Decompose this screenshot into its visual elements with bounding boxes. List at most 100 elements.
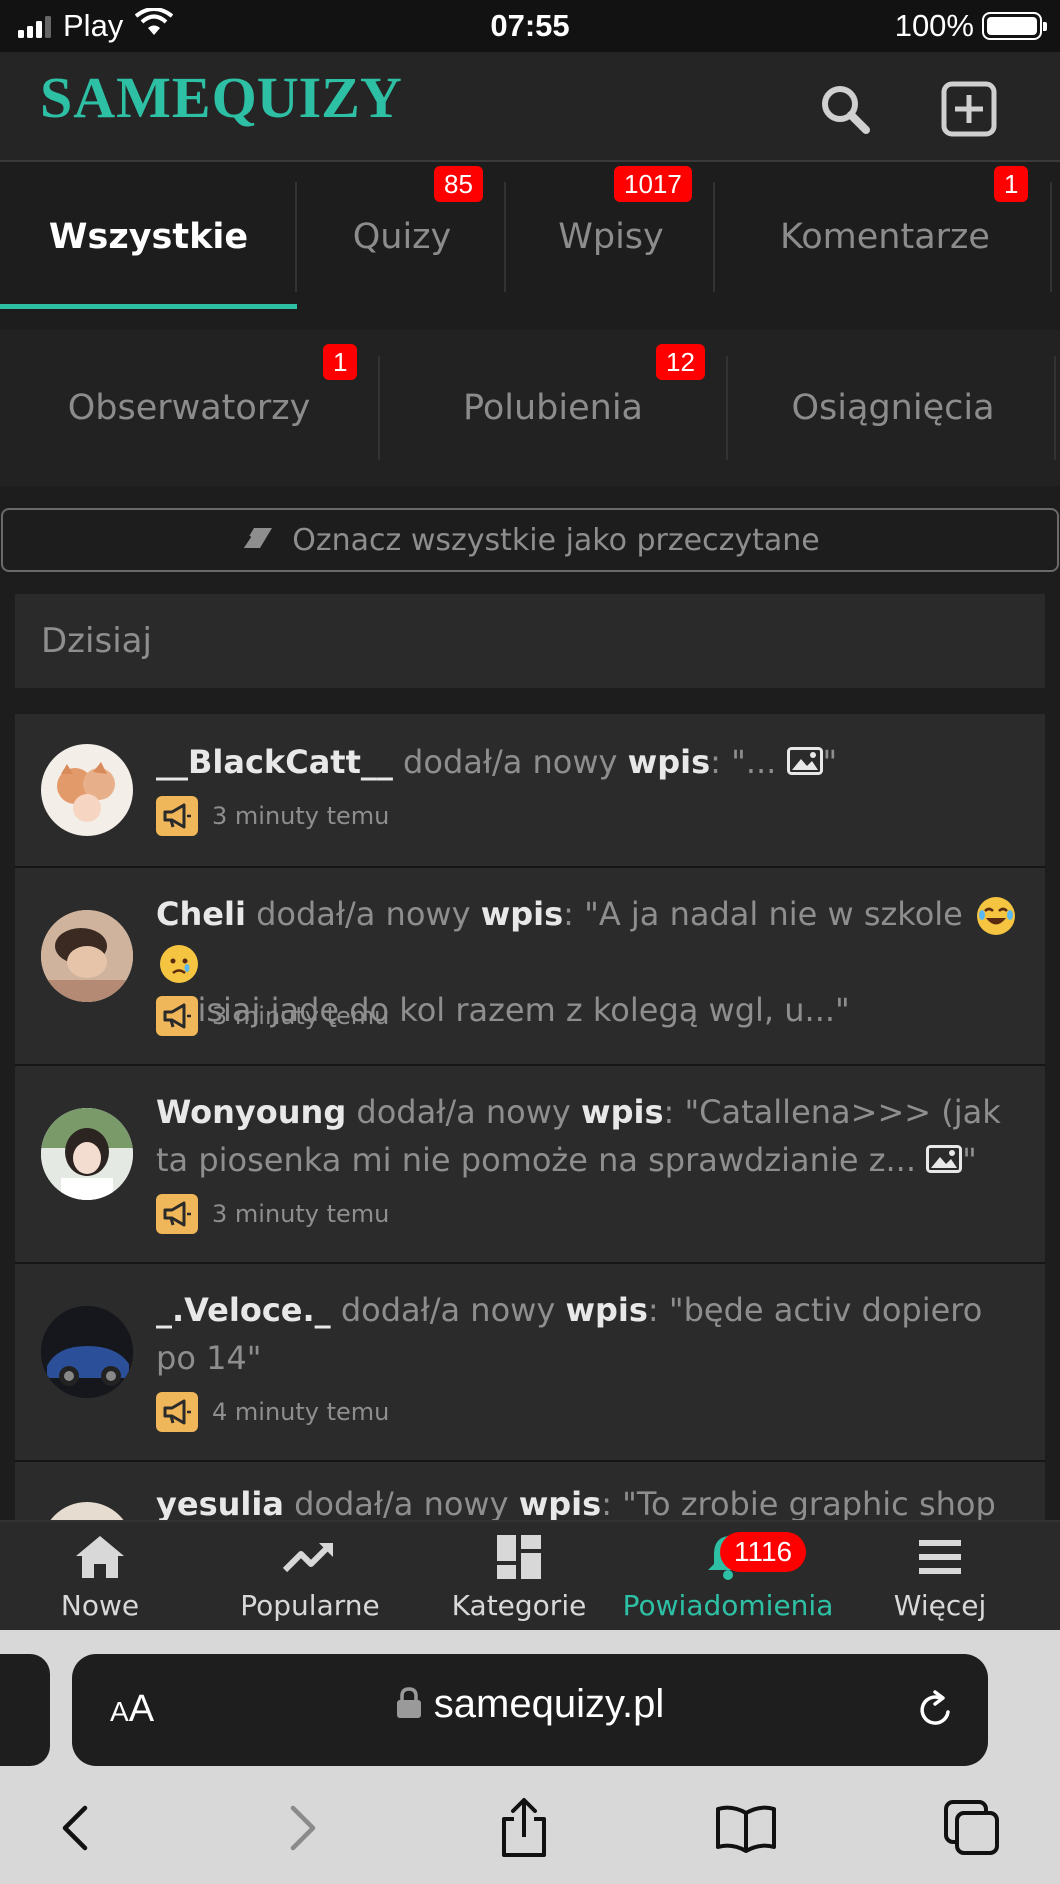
reload-button[interactable] <box>916 1690 956 1734</box>
quizzes-badge: 85 <box>434 166 483 202</box>
chevron-right-icon <box>289 1804 319 1856</box>
chevron-left-icon <box>59 1804 89 1856</box>
tab-label: Komentarze <box>780 217 990 257</box>
post-type-label: wpis <box>581 1093 664 1131</box>
notification-meta: 3 minuty temu <box>156 996 389 1036</box>
notification-item[interactable]: _.Veloce._ dodał/a nowy wpis: "będe acti… <box>15 1264 1045 1462</box>
notification-text: __BlackCatt__ dodał/a nowy wpis: "... " <box>156 738 1025 788</box>
notification-text: yesulia dodał/a nowy wpis: "To zrobie gr… <box>156 1480 1025 1520</box>
likes-badge: 12 <box>656 344 705 380</box>
notification-action: dodał/a nowy <box>283 1485 519 1520</box>
avatar[interactable] <box>41 910 133 1002</box>
username-link[interactable]: Cheli <box>156 895 246 933</box>
bottom-navigation: Nowe Popularne Kategorie Powiadomienia 1… <box>0 1520 1060 1630</box>
username-link[interactable]: Wonyoung <box>156 1093 346 1131</box>
timestamp: 3 minuty temu <box>212 802 390 830</box>
tab-label: Obserwatorzy <box>67 388 311 428</box>
bookmarks-button[interactable] <box>716 1800 776 1860</box>
megaphone-icon <box>156 1392 198 1432</box>
notification-item[interactable]: Cheli dodał/a nowy wpis: "A ja nadal nie… <box>15 868 1045 1066</box>
nav-new[interactable]: Nowe <box>0 1522 200 1632</box>
logo[interactable]: SAMEQUIZY <box>40 64 402 131</box>
tabs-icon <box>943 1799 1001 1861</box>
menu-icon <box>919 1533 961 1581</box>
username-link[interactable]: yesulia <box>156 1485 284 1520</box>
notification-text: _.Veloce._ dodał/a nowy wpis: "będe acti… <box>156 1286 1025 1382</box>
tab-label: Polubienia <box>462 388 643 428</box>
tab-label: Quizy <box>352 217 452 257</box>
megaphone-icon <box>156 1194 198 1234</box>
reload-icon <box>916 1690 956 1734</box>
status-bar: Play 07:55 100% <box>0 0 1060 52</box>
nav-more[interactable]: Więcej <box>840 1522 1040 1632</box>
nav-popular[interactable]: Popularne <box>210 1522 410 1632</box>
browser-chrome: AA samequizy.pl <box>0 1630 1060 1884</box>
tab-achievements[interactable]: Osiągnięcia <box>728 330 1058 486</box>
filter-tabs-primary: Wszystkie Quizy 85 Wpisy 1017 Komentarze… <box>0 164 1060 310</box>
back-button[interactable] <box>44 1800 104 1860</box>
notification-item[interactable]: __BlackCatt__ dodał/a nowy wpis: "... " … <box>15 714 1045 868</box>
trending-icon <box>283 1533 337 1581</box>
post-preview: : "To zrobie graphic shop <box>601 1485 996 1520</box>
avatar[interactable] <box>41 1108 133 1200</box>
tab-followers[interactable]: Obserwatorzy <box>0 330 378 486</box>
address-bar[interactable]: AA samequizy.pl <box>72 1654 988 1766</box>
nav-label: Popularne <box>240 1589 380 1622</box>
post-preview-end: " <box>962 1141 977 1179</box>
tabs-button[interactable] <box>942 1800 1002 1860</box>
notification-meta: 3 minuty temu <box>156 1194 389 1234</box>
notification-action: dodał/a nowy <box>330 1291 566 1329</box>
notification-item[interactable]: yesulia dodał/a nowy wpis: "To zrobie gr… <box>15 1462 1045 1520</box>
post-type-label: wpis <box>565 1291 648 1329</box>
image-icon <box>926 1138 963 1186</box>
tab-all[interactable]: Wszystkie <box>0 164 297 310</box>
share-button[interactable] <box>494 1797 554 1863</box>
url-text: samequizy.pl <box>433 1682 665 1726</box>
lock-icon <box>396 1682 434 1726</box>
post-preview: : "... <box>710 743 787 781</box>
notification-list: __BlackCatt__ dodał/a nowy wpis: "... " … <box>15 714 1045 1520</box>
nav-label: Kategorie <box>451 1589 587 1622</box>
add-button[interactable] <box>940 81 998 141</box>
search-button[interactable] <box>816 82 874 140</box>
notifications-badge: 1116 <box>720 1532 807 1572</box>
mark-all-read-label: Oznacz wszystkie jako przeczytane <box>292 522 820 558</box>
forward-button[interactable] <box>274 1800 334 1860</box>
battery-percent: 100% <box>894 8 974 43</box>
tab-label: Wpisy <box>558 217 664 257</box>
post-type-label: wpis <box>627 743 711 781</box>
tab-label: Osiągnięcia <box>791 388 995 428</box>
home-icon <box>74 1533 126 1581</box>
notification-action: dodał/a nowy <box>245 895 481 933</box>
followers-badge: 1 <box>323 344 358 380</box>
post-preview: : "A ja nadal nie w szkole <box>563 895 974 933</box>
notification-meta: 4 minuty temu <box>156 1392 389 1432</box>
username-link[interactable]: __BlackCatt__ <box>156 743 393 781</box>
notification-item[interactable]: Wonyoung dodał/a nowy wpis: "Catallena>>… <box>15 1066 1045 1264</box>
app-header: SAMEQUIZY <box>0 52 1060 162</box>
share-icon <box>498 1797 550 1863</box>
battery-icon <box>982 12 1047 40</box>
image-icon <box>786 740 823 788</box>
nav-categories[interactable]: Kategorie <box>419 1522 619 1632</box>
eraser-icon <box>240 523 274 558</box>
url-display[interactable]: samequizy.pl <box>72 1682 988 1727</box>
avatar[interactable] <box>41 1502 133 1520</box>
post-preview-end: " <box>822 743 838 781</box>
megaphone-icon <box>156 796 198 836</box>
avatar[interactable] <box>41 1306 133 1398</box>
nav-label: Powiadomienia <box>622 1589 834 1622</box>
laughing-emoji-icon <box>977 897 1016 935</box>
mark-all-read-button[interactable]: Oznacz wszystkie jako przeczytane <box>1 508 1059 572</box>
crying-emoji-icon <box>160 945 198 983</box>
timestamp: 4 minuty temu <box>212 1398 390 1426</box>
timestamp: 3 minuty temu <box>212 1200 390 1228</box>
username-link[interactable]: _.Veloce._ <box>156 1291 331 1329</box>
notification-text: Wonyoung dodał/a nowy wpis: "Catallena>>… <box>156 1088 1025 1186</box>
plus-square-icon <box>941 81 997 141</box>
megaphone-icon <box>156 996 198 1036</box>
avatar[interactable] <box>41 744 133 836</box>
previous-tab-preview[interactable] <box>0 1654 50 1766</box>
grid-icon <box>497 1533 541 1581</box>
search-icon <box>818 82 872 140</box>
